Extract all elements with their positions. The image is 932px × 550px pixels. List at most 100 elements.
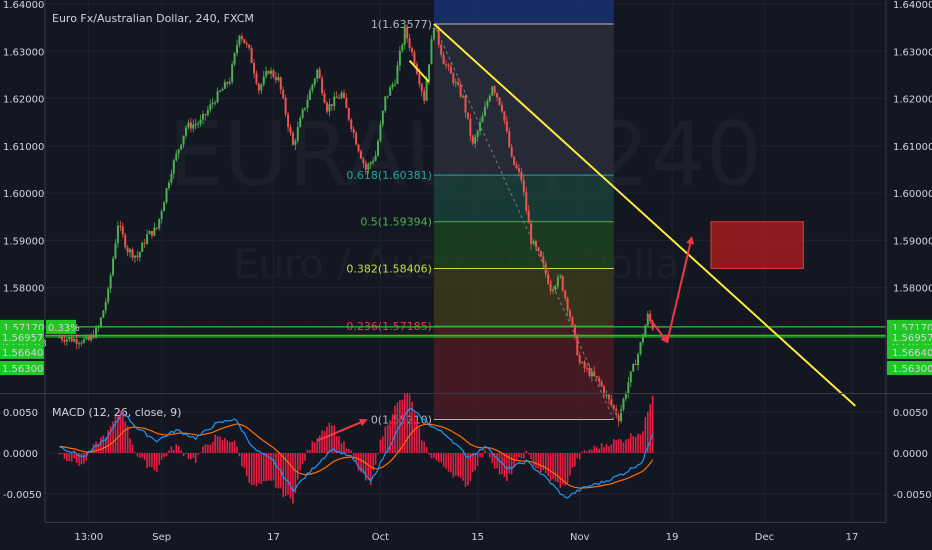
candle <box>240 35 243 40</box>
candle <box>138 251 141 258</box>
candle <box>155 227 158 229</box>
candle <box>73 339 76 342</box>
macd-histogram-bar <box>138 453 141 458</box>
candle <box>340 92 343 98</box>
macd-histogram-bar <box>564 453 566 486</box>
candle <box>479 122 482 132</box>
macd-histogram-bar <box>600 443 603 453</box>
macd-histogram-bar <box>168 450 170 453</box>
macd-histogram-bar <box>255 453 258 487</box>
candle <box>508 131 511 147</box>
macd-histogram-bar <box>459 453 462 479</box>
left-price-badge-label: 1.56300 <box>2 364 43 375</box>
candle <box>398 50 401 66</box>
candle <box>573 324 576 336</box>
macd-histogram-bar <box>603 447 605 453</box>
macd-left-tick: -0.0050 <box>3 490 42 501</box>
macd-histogram-bar <box>479 453 481 458</box>
macd-histogram-bar <box>498 453 501 475</box>
candle <box>590 371 593 377</box>
candle <box>617 415 620 422</box>
candle <box>284 97 287 115</box>
macd-histogram-bar <box>574 453 576 467</box>
candle <box>644 325 647 337</box>
macd-histogram-bar <box>615 440 617 453</box>
x-axis-tick: Nov <box>570 532 590 543</box>
candle <box>141 242 144 252</box>
right-axis-tick: 1.64000 <box>893 0 932 11</box>
macd-histogram-bar <box>408 394 411 453</box>
candle <box>99 317 102 327</box>
macd-histogram-bar <box>321 430 323 453</box>
candle <box>578 355 581 363</box>
macd-histogram-bar <box>481 453 484 458</box>
candle <box>180 144 183 150</box>
candle <box>496 93 499 98</box>
candle <box>114 243 117 259</box>
macd-histogram-bar <box>581 451 583 453</box>
macd-histogram-bar <box>219 436 221 453</box>
candle <box>442 54 445 65</box>
price-badge-label: 1.56300 <box>892 364 932 375</box>
macd-histogram-bar <box>224 437 226 453</box>
macd-histogram-bar <box>396 402 399 453</box>
target-box[interactable] <box>710 221 804 269</box>
candle <box>189 122 192 129</box>
macd-histogram-bar <box>80 453 83 465</box>
macd-histogram-bar <box>221 440 224 453</box>
macd-left-tick: 0.0000 <box>3 449 38 460</box>
macd-histogram-bar <box>447 453 450 472</box>
candle <box>233 53 236 65</box>
macd-histogram-bar <box>474 453 477 471</box>
left-axis-tick: 1.59000 <box>3 236 44 247</box>
left-price-badge-label: 1.56640 <box>2 348 43 359</box>
candle <box>352 129 355 133</box>
candle <box>323 93 326 103</box>
left-axis-tick: 1.62000 <box>3 95 44 106</box>
macd-histogram-bar <box>476 453 479 466</box>
macd-histogram-bar <box>345 448 348 453</box>
macd-histogram-bar <box>530 453 532 460</box>
macd-histogram-bar <box>625 439 627 453</box>
macd-histogram-bar <box>605 444 608 453</box>
candle <box>338 97 341 99</box>
macd-histogram-bar <box>231 441 233 453</box>
candle <box>411 48 414 53</box>
macd-histogram-bar <box>622 442 625 453</box>
macd-histogram-bar <box>637 433 639 453</box>
candle <box>527 210 530 224</box>
candle <box>345 97 348 109</box>
candle <box>126 247 129 253</box>
macd-histogram-bar <box>331 425 333 453</box>
candle <box>355 132 358 145</box>
x-axis-tick: Oct <box>372 532 389 543</box>
macd-histogram-bar <box>532 453 535 467</box>
macd-histogram-bar <box>394 405 396 453</box>
macd-histogram-bar <box>129 438 131 453</box>
candle <box>588 368 591 377</box>
candle <box>517 168 520 172</box>
candle <box>272 70 275 77</box>
macd-histogram-bar <box>156 453 158 472</box>
chart-canvas[interactable]: EURAUD, 240Euro / Australian Dollar1(1.6… <box>0 0 932 550</box>
macd-histogram-bar <box>571 453 574 468</box>
candle <box>153 227 156 236</box>
macd-histogram-bar <box>462 453 464 481</box>
candle <box>85 336 88 339</box>
candle <box>359 151 362 159</box>
macd-histogram-bar <box>471 453 474 473</box>
candle <box>520 171 523 181</box>
candle <box>289 126 292 133</box>
candle <box>408 38 411 49</box>
candle <box>350 119 353 130</box>
x-axis-tick: 13:00 <box>74 532 103 543</box>
candle <box>413 52 416 65</box>
candle <box>445 64 448 66</box>
macd-histogram-bar <box>350 450 353 453</box>
macd-histogram-bar <box>464 453 467 488</box>
macd-histogram-bar <box>489 453 491 458</box>
macd-histogram-bar <box>423 441 425 453</box>
candle <box>435 27 438 29</box>
macd-histogram-bar <box>228 441 231 453</box>
macd-histogram-bar <box>583 450 586 453</box>
